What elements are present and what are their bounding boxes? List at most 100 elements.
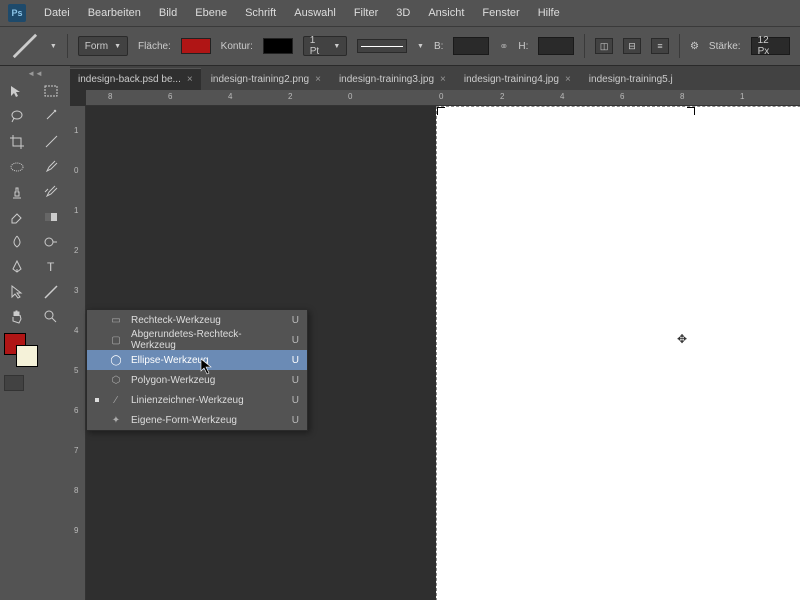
strength-value[interactable]: 12 Px [751,37,790,55]
artboard: ✥ [436,106,800,600]
gradient-tool[interactable] [36,205,66,229]
rrect-icon: ▢ [109,333,123,347]
ruler-tick: 8 [680,92,684,101]
move-cursor-icon: ✥ [677,332,687,346]
fill-label: Fläche: [138,41,171,52]
history-brush-tool[interactable] [36,180,66,204]
flyout-item-line[interactable]: ∕Linienzeichner-WerkzeugU [87,390,307,410]
flyout-item-rect[interactable]: ▭ Rechteck-Werkzeug U [87,310,307,330]
stroke-label: Kontur: [221,41,253,52]
width-label: B: [434,41,443,52]
brush-tool[interactable] [36,155,66,179]
flyout-item-rrect[interactable]: ▢ Abgerundetes-Rechteck-Werkzeug U [87,330,307,350]
pen-tool[interactable] [2,255,32,279]
magic-wand-tool[interactable] [36,105,66,129]
menu-auswahl[interactable]: Auswahl [294,7,336,19]
type-tool[interactable]: T [36,255,66,279]
path-ops-icon[interactable]: ◫ [595,38,613,54]
width-input[interactable] [453,37,489,55]
ruler-tick: 4 [74,326,78,335]
crop-mark-tl [437,107,445,115]
ruler-tick: 2 [500,92,504,101]
menu-bearbeiten[interactable]: Bearbeiten [88,7,141,19]
stroke-swatch[interactable] [263,38,293,54]
menu-ebene[interactable]: Ebene [195,7,227,19]
ruler-tick: 5 [74,366,78,375]
tab-0[interactable]: indesign-back.psd be...× [70,68,201,90]
close-icon[interactable]: × [565,74,571,85]
tool-preset-arrow[interactable]: ▼ [50,43,57,50]
close-icon[interactable]: × [187,74,193,85]
tab-1[interactable]: indesign-training2.png× [203,69,329,90]
tab-3[interactable]: indesign-training4.jpg× [456,69,579,90]
document-tabs: indesign-back.psd be...× indesign-traini… [70,66,800,90]
tools-panel: ◄◄ T [0,66,70,600]
eyedropper-tool[interactable] [36,130,66,154]
ruler-tick: 6 [620,92,624,101]
tab-4[interactable]: indesign-training5.j [581,69,681,90]
polygon-icon: ⬡ [109,373,123,387]
flyout-label: Eigene-Form-Werkzeug [131,415,284,426]
flyout-shortcut: U [292,315,299,326]
flyout-label: Linienzeichner-Werkzeug [131,395,284,406]
quick-mask-toggle[interactable] [4,375,24,391]
rect-icon: ▭ [109,313,123,327]
flyout-item-ellipse[interactable]: ◯Ellipse-WerkzeugU [87,350,307,370]
height-input[interactable] [538,37,574,55]
menu-hilfe[interactable]: Hilfe [538,7,560,19]
ruler-tick: 0 [74,166,78,175]
cursor-icon [200,358,214,381]
blur-tool[interactable] [2,230,32,254]
flyout-shortcut: U [292,395,299,406]
close-icon[interactable]: × [440,74,446,85]
path-select-tool[interactable] [2,280,32,304]
stroke-style-dropdown[interactable] [357,39,407,53]
flyout-label: Rechteck-Werkzeug [131,315,284,326]
healing-tool[interactable] [2,155,32,179]
ruler-tick: 8 [74,486,78,495]
arrange-icon[interactable]: ≡ [651,38,669,54]
stamp-tool[interactable] [2,180,32,204]
menu-3d[interactable]: 3D [396,7,410,19]
menu-fenster[interactable]: Fenster [482,7,519,19]
ruler-vertical[interactable]: 10123456789 [70,106,86,600]
close-icon[interactable]: × [315,74,321,85]
ruler-horizontal[interactable]: 86420024681 [86,90,800,106]
menu-datei[interactable]: Datei [44,7,70,19]
flyout-shortcut: U [292,355,299,366]
ruler-tick: 0 [439,92,443,101]
panel-collapse-toggle[interactable]: ◄◄ [0,68,70,78]
height-label: H: [518,41,528,52]
background-color[interactable] [16,345,38,367]
shape-tool-flyout: ▭ Rechteck-Werkzeug U ▢ Abgerundetes-Rechtec… [86,309,308,431]
svg-text:T: T [47,260,55,274]
ruler-tick: 4 [560,92,564,101]
lasso-tool[interactable] [2,105,32,129]
flyout-item-custom[interactable]: ✦Eigene-Form-WerkzeugU [87,410,307,430]
shape-tool[interactable] [36,280,66,304]
fill-swatch[interactable] [181,38,211,54]
zoom-tool[interactable] [36,305,66,329]
menu-filter[interactable]: Filter [354,7,378,19]
line-tool-icon [10,35,40,57]
align-icon[interactable]: ⊟ [623,38,641,54]
menu-schrift[interactable]: Schrift [245,7,276,19]
eraser-tool[interactable] [2,205,32,229]
flyout-shortcut: U [292,335,299,346]
move-tool[interactable] [2,80,32,104]
hand-tool[interactable] [2,305,32,329]
stroke-width-dropdown[interactable]: 1 Pt▼ [303,36,348,56]
dodge-tool[interactable] [36,230,66,254]
marquee-tool[interactable] [36,80,66,104]
mode-dropdown[interactable]: Form▼ [78,36,128,56]
menu-ansicht[interactable]: Ansicht [428,7,464,19]
menu-bild[interactable]: Bild [159,7,177,19]
crop-tool[interactable] [2,130,32,154]
stroke-style-arrow[interactable]: ▼ [417,43,424,50]
link-icon[interactable]: ⚭ [499,40,508,53]
tab-2[interactable]: indesign-training3.jpg× [331,69,454,90]
flyout-label: Abgerundetes-Rechteck-Werkzeug [131,329,284,351]
gear-icon[interactable]: ⚙ [690,41,699,52]
flyout-item-polygon[interactable]: ⬡Polygon-WerkzeugU [87,370,307,390]
ruler-tick: 0 [348,92,352,101]
